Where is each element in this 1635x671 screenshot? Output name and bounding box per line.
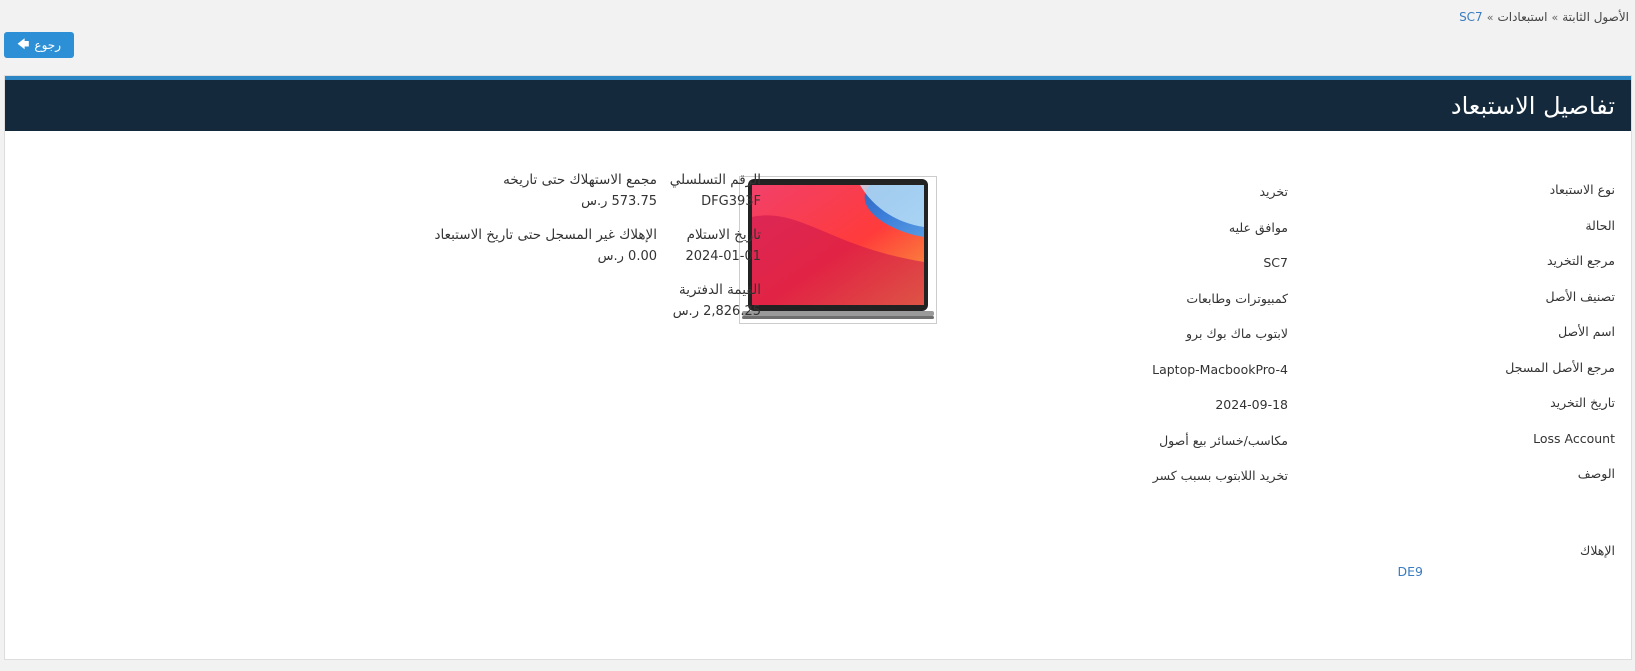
page-title: تفاصيل الاستبعاد — [1450, 91, 1615, 120]
book-value: القيمة الدفترية 2,826.25 ر.س — [651, 282, 761, 319]
serial-number-value: DFG393F — [701, 194, 761, 209]
detail-label: الوصف — [1577, 466, 1615, 481]
receive-date-label: تاريخ الاستلام — [686, 227, 761, 243]
detail-label: الحالة — [1585, 218, 1615, 233]
unrecorded-depreciation: الإهلاك غير المسجل حتى تاريخ الاستبعاد 0… — [397, 227, 657, 264]
detail-label: نوع الاستبعاد — [1549, 182, 1615, 197]
detail-value: موافق عليه — [1228, 220, 1288, 235]
accumulated-depreciation-value: 573.75 ر.س — [581, 194, 657, 209]
unrecorded-depreciation-label: الإهلاك غير المسجل حتى تاريخ الاستبعاد — [434, 227, 657, 243]
depreciation-link[interactable]: DE9 — [1398, 564, 1423, 579]
back-button[interactable]: رجوع 🡄 — [4, 32, 74, 58]
laptop-image — [742, 179, 934, 319]
detail-value: 2024-09-18 — [1215, 397, 1288, 412]
arrow-left-icon: 🡄 — [17, 36, 30, 51]
breadcrumb: الأصول الثابتة » استبعادات » SC7 — [1459, 10, 1629, 24]
accumulated-depreciation-label: مجمع الاستهلاك حتى تاريخه — [503, 172, 657, 188]
card-header: تفاصيل الاستبعاد — [5, 76, 1631, 131]
breadcrumb-disposals[interactable]: استبعادات — [1497, 10, 1547, 24]
detail-value: تخريد — [1259, 184, 1289, 199]
detail-value: تخريد اللابتوب بسبب كسر — [1152, 468, 1288, 483]
detail-value: SC7 — [1263, 255, 1288, 270]
receive-date: تاريخ الاستلام 2024-01-01 — [651, 227, 761, 264]
back-button-label: رجوع — [34, 38, 61, 52]
detail-value: لابتوب ماك بوك برو — [1186, 326, 1288, 341]
breadcrumb-fixed-assets[interactable]: الأصول الثابتة — [1562, 10, 1629, 24]
breadcrumb-separator: » — [1486, 10, 1494, 24]
detail-label: تاريخ التخريد — [1550, 395, 1615, 410]
detail-value: مكاسب/خسائر بيع أصول — [1159, 433, 1288, 448]
disposal-details-card: تفاصيل الاستبعاد نوع الاستبعاد تخريد الح… — [4, 75, 1632, 660]
book-value-value: 2,826.25 ر.س — [672, 304, 761, 319]
detail-label: Loss Account — [1533, 431, 1615, 446]
detail-label: مرجع التخريد — [1546, 253, 1615, 268]
asset-image — [739, 176, 937, 324]
accumulated-depreciation: مجمع الاستهلاك حتى تاريخه 573.75 ر.س — [417, 172, 657, 209]
detail-label: تصنيف الأصل — [1545, 289, 1615, 304]
receive-date-value: 2024-01-01 — [685, 249, 761, 264]
breadcrumb-separator: » — [1551, 10, 1559, 24]
detail-label: مرجع الأصل المسجل — [1505, 360, 1615, 375]
detail-value: كمبيوترات وطابعات — [1186, 291, 1288, 306]
serial-number-label: الرقم التسلسلي — [669, 172, 761, 188]
unrecorded-depreciation-value: 0.00 ر.س — [597, 249, 657, 264]
breadcrumb-current[interactable]: SC7 — [1459, 10, 1483, 24]
serial-number: الرقم التسلسلي DFG393F — [651, 172, 761, 209]
depreciation-label: الإهلاك — [1580, 543, 1615, 558]
detail-label: اسم الأصل — [1558, 324, 1615, 339]
book-value-label: القيمة الدفترية — [678, 282, 761, 298]
detail-value: Laptop-MacbookPro-4 — [1152, 362, 1288, 377]
